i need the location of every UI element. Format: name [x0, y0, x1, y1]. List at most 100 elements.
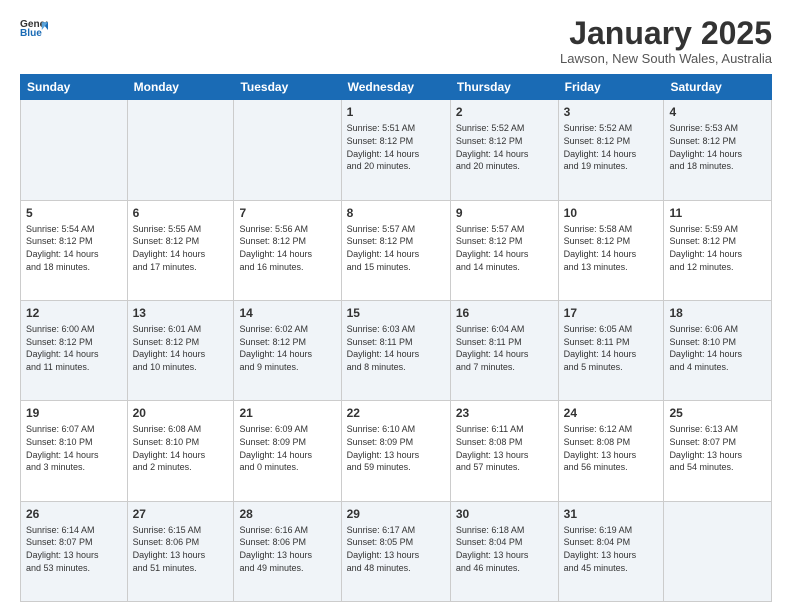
- calendar-body: 1Sunrise: 5:51 AM Sunset: 8:12 PM Daylig…: [21, 100, 772, 602]
- day-info: Sunrise: 5:52 AM Sunset: 8:12 PM Dayligh…: [456, 122, 553, 172]
- header-tuesday: Tuesday: [234, 75, 341, 100]
- table-row: 12Sunrise: 6:00 AM Sunset: 8:12 PM Dayli…: [21, 300, 128, 400]
- table-row: [21, 100, 128, 200]
- day-number: 30: [456, 506, 553, 522]
- day-info: Sunrise: 6:01 AM Sunset: 8:12 PM Dayligh…: [133, 323, 229, 373]
- table-row: [234, 100, 341, 200]
- day-info: Sunrise: 6:11 AM Sunset: 8:08 PM Dayligh…: [456, 423, 553, 473]
- header-wednesday: Wednesday: [341, 75, 450, 100]
- day-info: Sunrise: 6:04 AM Sunset: 8:11 PM Dayligh…: [456, 323, 553, 373]
- table-row: 27 Sunrise: 6:15 AM Sunset: 8:06 PM Dayli…: [127, 501, 234, 601]
- table-row: 8 Sunrise: 5:57 AM Sunset: 8:12 PM Daylig…: [341, 200, 450, 300]
- calendar: Sunday Monday Tuesday Wednesday Thursday…: [20, 74, 772, 602]
- table-row: [127, 100, 234, 200]
- day-number: 9: [456, 205, 553, 221]
- day-info: Sunrise: 5:58 AM Sunset: 8:12 PM Dayligh…: [564, 223, 659, 273]
- day-info: Sunrise: 6:02 AM Sunset: 8:12 PM Dayligh…: [239, 323, 335, 373]
- day-number: 5: [26, 205, 122, 221]
- header-saturday: Saturday: [664, 75, 772, 100]
- table-row: 31 Sunrise: 6:19 AM Sunset: 8:04 PM Dayli…: [558, 501, 664, 601]
- calendar-week-row: 19Sunrise: 6:07 AM Sunset: 8:10 PM Dayli…: [21, 401, 772, 501]
- day-number: 27: [133, 506, 229, 522]
- day-number: 8: [347, 205, 445, 221]
- header: General Blue January 2025 Lawson, New So…: [20, 16, 772, 66]
- table-row: 29 Sunrise: 6:17 AM Sunset: 8:05 PM Dayli…: [341, 501, 450, 601]
- day-info: Sunrise: 6:05 AM Sunset: 8:11 PM Dayligh…: [564, 323, 659, 373]
- day-info: Sunrise: 5:56 AM Sunset: 8:12 PM Dayligh…: [239, 223, 335, 273]
- day-info: Sunrise: 5:57 AM Sunset: 8:12 PM Dayligh…: [347, 223, 445, 273]
- day-info: Sunrise: 6:08 AM Sunset: 8:10 PM Dayligh…: [133, 423, 229, 473]
- day-info: Sunrise: 5:57 AM Sunset: 8:12 PM Dayligh…: [456, 223, 553, 273]
- logo-icon: General Blue: [20, 16, 48, 44]
- day-info: Sunrise: 6:00 AM Sunset: 8:12 PM Dayligh…: [26, 323, 122, 373]
- day-number: 3: [564, 104, 659, 120]
- day-number: 17: [564, 305, 659, 321]
- day-number: 22: [347, 405, 445, 421]
- calendar-week-row: 12Sunrise: 6:00 AM Sunset: 8:12 PM Dayli…: [21, 300, 772, 400]
- header-sunday: Sunday: [21, 75, 128, 100]
- day-number: 4: [669, 104, 766, 120]
- day-info: Sunrise: 6:03 AM Sunset: 8:11 PM Dayligh…: [347, 323, 445, 373]
- day-info: Sunrise: 6:18 AM Sunset: 8:04 PM Dayligh…: [456, 524, 553, 574]
- day-number: 23: [456, 405, 553, 421]
- table-row: 5Sunrise: 5:54 AM Sunset: 8:12 PM Daylig…: [21, 200, 128, 300]
- day-info: Sunrise: 6:16 AM Sunset: 8:06 PM Dayligh…: [239, 524, 335, 574]
- day-number: 25: [669, 405, 766, 421]
- day-number: 29: [347, 506, 445, 522]
- day-info: Sunrise: 6:14 AM Sunset: 8:07 PM Dayligh…: [26, 524, 122, 574]
- day-info: Sunrise: 6:07 AM Sunset: 8:10 PM Dayligh…: [26, 423, 122, 473]
- table-row: 20 Sunrise: 6:08 AM Sunset: 8:10 PM Dayli…: [127, 401, 234, 501]
- table-row: 26Sunrise: 6:14 AM Sunset: 8:07 PM Dayli…: [21, 501, 128, 601]
- day-info: Sunrise: 6:19 AM Sunset: 8:04 PM Dayligh…: [564, 524, 659, 574]
- table-row: 13Sunrise: 6:01 AM Sunset: 8:12 PM Dayli…: [127, 300, 234, 400]
- day-info: Sunrise: 6:12 AM Sunset: 8:08 PM Dayligh…: [564, 423, 659, 473]
- calendar-week-row: 26Sunrise: 6:14 AM Sunset: 8:07 PM Dayli…: [21, 501, 772, 601]
- day-info: Sunrise: 6:06 AM Sunset: 8:10 PM Dayligh…: [669, 323, 766, 373]
- calendar-header: Sunday Monday Tuesday Wednesday Thursday…: [21, 75, 772, 100]
- day-number: 20: [133, 405, 229, 421]
- day-number: 11: [669, 205, 766, 221]
- table-row: [664, 501, 772, 601]
- logo: General Blue: [20, 16, 48, 44]
- table-row: 14Sunrise: 6:02 AM Sunset: 8:12 PM Dayli…: [234, 300, 341, 400]
- table-row: 23 Sunrise: 6:11 AM Sunset: 8:08 PM Dayli…: [450, 401, 558, 501]
- table-row: 28 Sunrise: 6:16 AM Sunset: 8:06 PM Dayli…: [234, 501, 341, 601]
- table-row: 24Sunrise: 6:12 AM Sunset: 8:08 PM Dayli…: [558, 401, 664, 501]
- day-number: 7: [239, 205, 335, 221]
- day-number: 18: [669, 305, 766, 321]
- day-info: Sunrise: 6:17 AM Sunset: 8:05 PM Dayligh…: [347, 524, 445, 574]
- day-number: 6: [133, 205, 229, 221]
- day-info: Sunrise: 5:55 AM Sunset: 8:12 PM Dayligh…: [133, 223, 229, 273]
- table-row: 4Sunrise: 5:53 AM Sunset: 8:12 PM Daylig…: [664, 100, 772, 200]
- table-row: 15 Sunrise: 6:03 AM Sunset: 8:11 PM Dayli…: [341, 300, 450, 400]
- page: General Blue January 2025 Lawson, New So…: [0, 0, 792, 612]
- table-row: 3 Sunrise: 5:52 AM Sunset: 8:12 PM Daylig…: [558, 100, 664, 200]
- day-number: 31: [564, 506, 659, 522]
- day-number: 21: [239, 405, 335, 421]
- day-number: 15: [347, 305, 445, 321]
- day-number: 16: [456, 305, 553, 321]
- month-title: January 2025: [560, 16, 772, 51]
- day-info: Sunrise: 6:09 AM Sunset: 8:09 PM Dayligh…: [239, 423, 335, 473]
- table-row: 25Sunrise: 6:13 AM Sunset: 8:07 PM Dayli…: [664, 401, 772, 501]
- header-monday: Monday: [127, 75, 234, 100]
- calendar-week-row: 1Sunrise: 5:51 AM Sunset: 8:12 PM Daylig…: [21, 100, 772, 200]
- day-info: Sunrise: 5:52 AM Sunset: 8:12 PM Dayligh…: [564, 122, 659, 172]
- table-row: 9 Sunrise: 5:57 AM Sunset: 8:12 PM Daylig…: [450, 200, 558, 300]
- day-number: 10: [564, 205, 659, 221]
- location: Lawson, New South Wales, Australia: [560, 51, 772, 66]
- table-row: 1Sunrise: 5:51 AM Sunset: 8:12 PM Daylig…: [341, 100, 450, 200]
- table-row: 2Sunrise: 5:52 AM Sunset: 8:12 PM Daylig…: [450, 100, 558, 200]
- table-row: 11Sunrise: 5:59 AM Sunset: 8:12 PM Dayli…: [664, 200, 772, 300]
- svg-text:Blue: Blue: [20, 28, 42, 39]
- day-number: 28: [239, 506, 335, 522]
- header-thursday: Thursday: [450, 75, 558, 100]
- weekday-header-row: Sunday Monday Tuesday Wednesday Thursday…: [21, 75, 772, 100]
- header-friday: Friday: [558, 75, 664, 100]
- table-row: 6 Sunrise: 5:55 AM Sunset: 8:12 PM Daylig…: [127, 200, 234, 300]
- table-row: 21 Sunrise: 6:09 AM Sunset: 8:09 PM Dayli…: [234, 401, 341, 501]
- calendar-week-row: 5Sunrise: 5:54 AM Sunset: 8:12 PM Daylig…: [21, 200, 772, 300]
- day-info: Sunrise: 6:15 AM Sunset: 8:06 PM Dayligh…: [133, 524, 229, 574]
- table-row: 7 Sunrise: 5:56 AM Sunset: 8:12 PM Daylig…: [234, 200, 341, 300]
- table-row: 19Sunrise: 6:07 AM Sunset: 8:10 PM Dayli…: [21, 401, 128, 501]
